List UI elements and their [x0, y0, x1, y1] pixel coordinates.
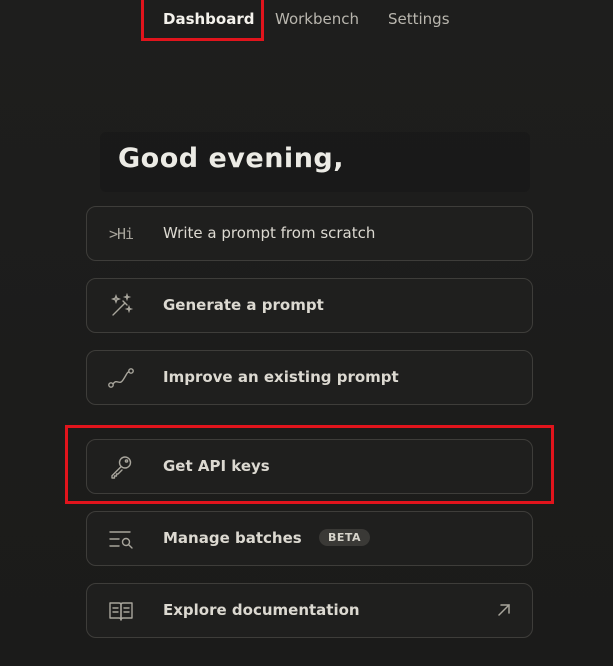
get-api-keys-label: Get API keys: [163, 457, 270, 475]
book-icon: [105, 597, 137, 625]
top-nav: Dashboard Workbench Settings: [0, 0, 613, 42]
manage-batches-label: Manage batches: [163, 529, 302, 547]
beta-badge: BETA: [319, 529, 371, 546]
tab-workbench[interactable]: Workbench: [275, 9, 359, 29]
dashboard-page: Dashboard Workbench Settings Good evenin…: [0, 0, 613, 666]
tab-dashboard[interactable]: Dashboard: [163, 9, 254, 29]
write-prompt-label: Write a prompt from scratch: [163, 224, 376, 242]
generate-prompt-card[interactable]: Generate a prompt: [86, 278, 533, 333]
improve-prompt-label: Improve an existing prompt: [163, 368, 399, 386]
explore-documentation-label: Explore documentation: [163, 601, 360, 619]
explore-documentation-card[interactable]: Explore documentation: [86, 583, 533, 638]
greeting-heading: Good evening,: [118, 143, 344, 174]
get-api-keys-card[interactable]: Get API keys: [86, 439, 533, 494]
external-link-arrow-icon: [494, 600, 514, 620]
key-icon: [105, 453, 137, 481]
curve-path-icon: [105, 364, 137, 392]
write-prompt-card[interactable]: >Hi Write a prompt from scratch: [86, 206, 533, 261]
generate-prompt-label: Generate a prompt: [163, 296, 324, 314]
prompt-hi-icon: >Hi: [108, 225, 134, 243]
manage-batches-card[interactable]: Manage batches BETA: [86, 511, 533, 566]
improve-prompt-card[interactable]: Improve an existing prompt: [86, 350, 533, 405]
tab-settings[interactable]: Settings: [388, 9, 450, 29]
list-search-icon: [105, 525, 137, 553]
magic-wand-icon: [105, 292, 137, 320]
